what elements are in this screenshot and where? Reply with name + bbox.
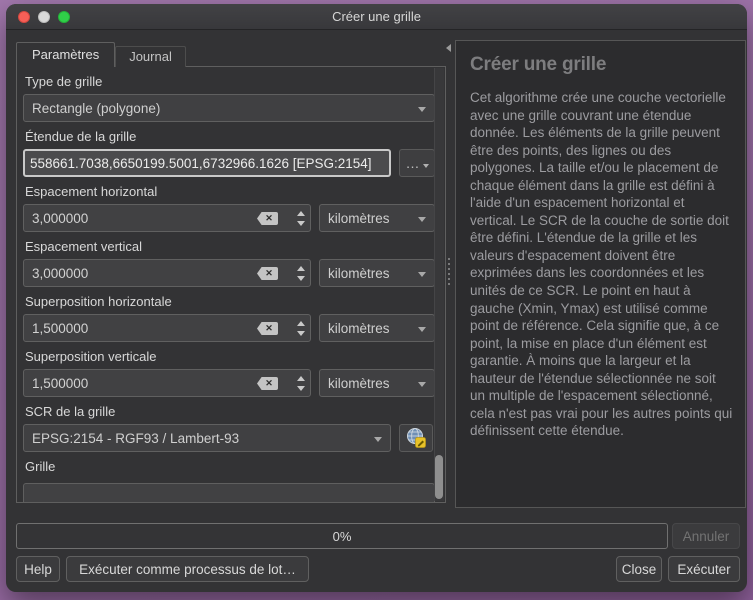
unit-value: kilomètres <box>328 376 390 391</box>
splitter-handle[interactable] <box>448 258 450 285</box>
output-grid-input[interactable] <box>23 483 435 503</box>
spin-up-icon[interactable] <box>297 376 305 381</box>
help-button-label: Help <box>24 562 52 577</box>
overlay-horizontal-label: Superposition horizontale <box>25 294 435 310</box>
spacing-vertical-unit-select[interactable]: kilomètres <box>319 259 435 287</box>
grid-type-value: Rectangle (polygone) <box>32 101 160 116</box>
extent-browse-button[interactable]: … <box>399 149 435 177</box>
overlay-vertical-value: 1,500000 <box>32 376 88 391</box>
unit-value: kilomètres <box>328 211 390 226</box>
collapse-panel-arrow-icon[interactable] <box>446 44 451 52</box>
chevron-down-icon <box>418 382 426 387</box>
close-button-label: Close <box>622 562 657 577</box>
spin-down-icon[interactable] <box>297 386 305 391</box>
zoom-window-button[interactable] <box>58 11 70 23</box>
spin-up-icon[interactable] <box>297 266 305 271</box>
clear-value-icon[interactable] <box>257 322 278 335</box>
help-title: Créer une grille <box>470 54 733 76</box>
progress-bar: 0% <box>16 523 668 549</box>
help-panel: Créer une grille Cet algorithme crée une… <box>455 40 746 508</box>
ellipsis-icon: … <box>406 155 420 171</box>
extent-input[interactable]: 558661.7038,6650199.5001,6732966.1626 [E… <box>23 149 391 177</box>
spinner-arrows[interactable] <box>292 260 310 286</box>
clear-value-icon[interactable] <box>257 377 278 390</box>
spin-down-icon[interactable] <box>297 331 305 336</box>
spinner-arrows[interactable] <box>292 205 310 231</box>
spinner-arrows[interactable] <box>292 315 310 341</box>
spacing-horizontal-label: Espacement horizontal <box>25 184 435 200</box>
spacing-vertical-label: Espacement vertical <box>25 239 435 255</box>
run-button[interactable]: Exécuter <box>668 556 740 582</box>
window-title: Créer une grille <box>332 9 421 24</box>
close-window-button[interactable] <box>18 11 30 23</box>
chevron-down-icon <box>423 164 429 168</box>
overlay-horizontal-value: 1,500000 <box>32 321 88 336</box>
spin-up-icon[interactable] <box>297 321 305 326</box>
parameters-pane: Type de grille Rectangle (polygone) Éten… <box>16 66 446 503</box>
crs-globe-icon <box>405 427 427 449</box>
crs-picker-button[interactable] <box>399 424 433 452</box>
tab-parametres[interactable]: Paramètres <box>16 42 115 67</box>
crs-value: EPSG:2154 - RGF93 / Lambert-93 <box>32 431 239 446</box>
cancel-button-label: Annuler <box>683 529 730 544</box>
tab-journal-label: Journal <box>129 49 172 64</box>
unit-value: kilomètres <box>328 321 390 336</box>
crs-select[interactable]: EPSG:2154 - RGF93 / Lambert-93 <box>23 424 391 452</box>
help-body: Cet algorithme crée une couche vectoriel… <box>470 89 733 440</box>
overlay-horizontal-unit-select[interactable]: kilomètres <box>319 314 435 342</box>
grid-type-select[interactable]: Rectangle (polygone) <box>23 94 435 122</box>
chevron-down-icon <box>418 327 426 332</box>
chevron-down-icon <box>418 107 426 112</box>
extent-value: 558661.7038,6650199.5001,6732966.1626 [E… <box>30 156 372 171</box>
close-button[interactable]: Close <box>616 556 662 582</box>
unit-value: kilomètres <box>328 266 390 281</box>
scrollbar-thumb[interactable] <box>435 455 443 499</box>
cancel-button[interactable]: Annuler <box>672 523 740 549</box>
chevron-down-icon <box>374 437 382 442</box>
run-as-batch-button[interactable]: Exécuter comme processus de lot… <box>66 556 309 582</box>
overlay-vertical-unit-select[interactable]: kilomètres <box>319 369 435 397</box>
spacing-vertical-value: 3,000000 <box>32 266 88 281</box>
spin-up-icon[interactable] <box>297 211 305 216</box>
overlay-horizontal-input[interactable]: 1,500000 <box>23 314 311 342</box>
clear-value-icon[interactable] <box>257 212 278 225</box>
spin-down-icon[interactable] <box>297 276 305 281</box>
title-bar[interactable]: Créer une grille <box>6 4 747 30</box>
chevron-down-icon <box>418 217 426 222</box>
spin-down-icon[interactable] <box>297 221 305 226</box>
run-button-label: Exécuter <box>677 562 730 577</box>
tab-parametres-label: Paramètres <box>32 47 99 62</box>
run-as-batch-label: Exécuter comme processus de lot… <box>79 562 296 577</box>
scrollbar-track[interactable] <box>434 68 444 501</box>
progress-value: 0% <box>333 529 352 544</box>
spacing-horizontal-input[interactable]: 3,000000 <box>23 204 311 232</box>
help-button[interactable]: Help <box>16 556 60 582</box>
overlay-vertical-input[interactable]: 1,500000 <box>23 369 311 397</box>
chevron-down-icon <box>418 272 426 277</box>
spacing-horizontal-value: 3,000000 <box>32 211 88 226</box>
overlay-vertical-label: Superposition verticale <box>25 349 435 365</box>
crs-label: SCR de la grille <box>25 404 435 420</box>
tab-bar: Paramètres Journal <box>16 42 186 67</box>
extent-label: Étendue de la grille <box>25 129 435 145</box>
minimize-window-button[interactable] <box>38 11 50 23</box>
clear-value-icon[interactable] <box>257 267 278 280</box>
grid-type-label: Type de grille <box>25 74 435 90</box>
spacing-vertical-input[interactable]: 3,000000 <box>23 259 311 287</box>
spinner-arrows[interactable] <box>292 370 310 396</box>
spacing-horizontal-unit-select[interactable]: kilomètres <box>319 204 435 232</box>
output-grid-label: Grille <box>25 459 435 475</box>
dialog-window: Créer une grille Paramètres Journal Type… <box>6 4 747 592</box>
tab-journal[interactable]: Journal <box>115 46 186 67</box>
